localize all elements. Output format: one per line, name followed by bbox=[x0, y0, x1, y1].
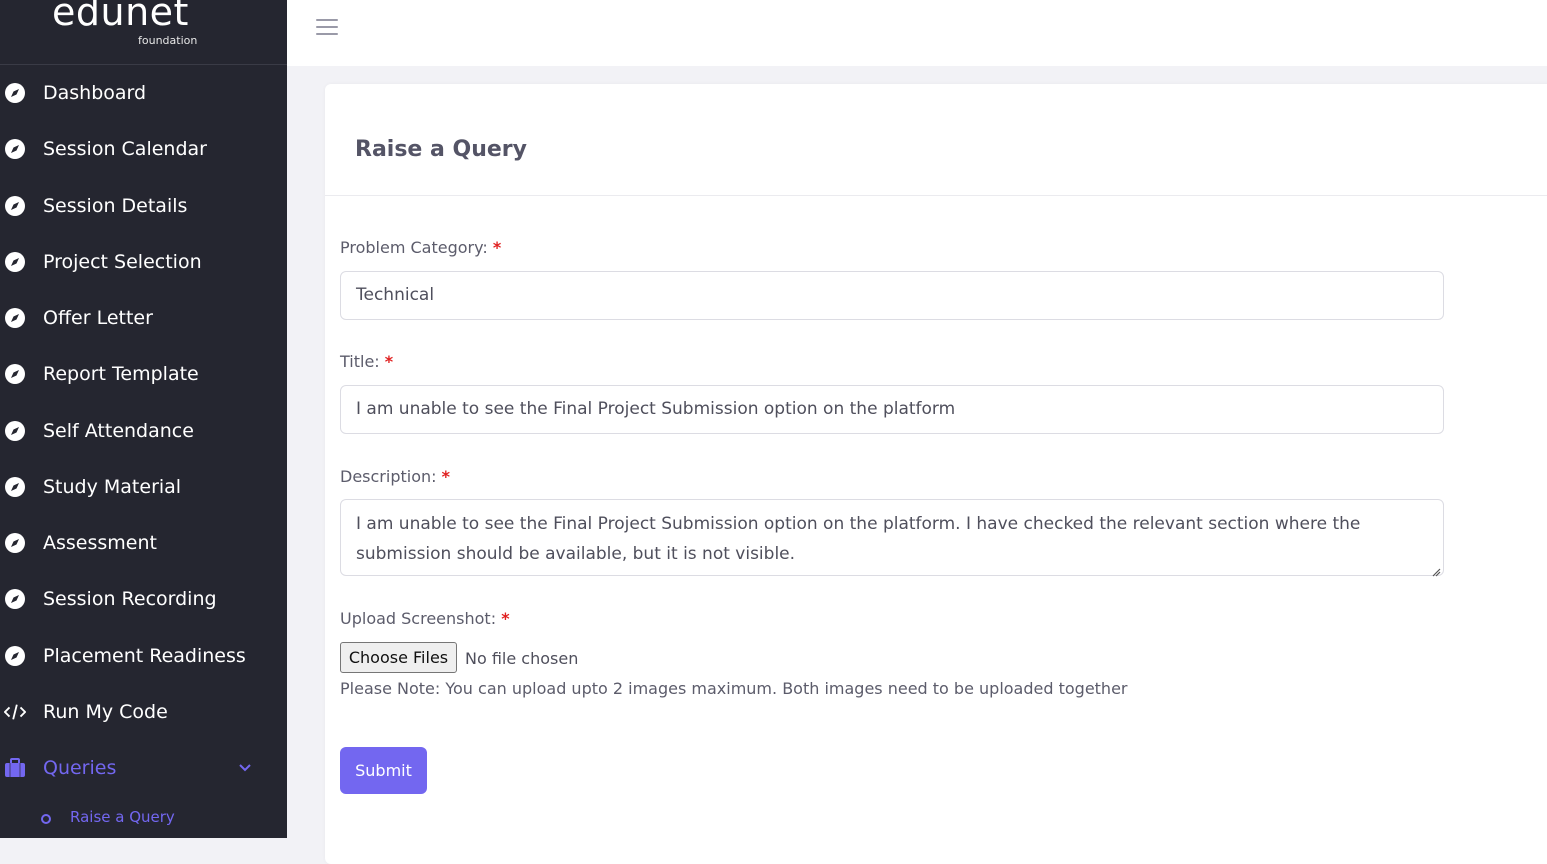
submit-button[interactable]: Submit bbox=[340, 747, 427, 794]
title-label-text: Title: bbox=[340, 352, 380, 371]
compass-icon bbox=[4, 195, 26, 217]
sidebar-item-label: Project Selection bbox=[43, 251, 202, 273]
sidebar-item-label: Self Attendance bbox=[43, 420, 194, 442]
upload-screenshot-label: Upload Screenshot: * bbox=[340, 609, 510, 628]
sidebar-item-label: Session Calendar bbox=[43, 138, 207, 160]
briefcase-icon bbox=[4, 757, 26, 779]
divider bbox=[325, 195, 1547, 196]
sidebar-item-study-material[interactable]: Study Material bbox=[0, 467, 287, 507]
sidebar-subitem-label: Raise a Query bbox=[70, 808, 175, 826]
compass-icon bbox=[4, 588, 26, 610]
compass-icon bbox=[4, 307, 26, 329]
top-bar bbox=[287, 0, 1547, 66]
description-label-text: Description: bbox=[340, 467, 437, 486]
brand-tagline: foundation bbox=[138, 34, 198, 47]
description-textarea[interactable]: I am unable to see the Final Project Sub… bbox=[340, 499, 1444, 577]
sidebar-item-session-details[interactable]: Session Details bbox=[0, 186, 287, 226]
compass-icon bbox=[4, 251, 26, 273]
problem-category-value: Technical bbox=[356, 285, 435, 305]
sidebar-item-session-calendar[interactable]: Session Calendar bbox=[0, 129, 287, 169]
sidebar-item-dashboard[interactable]: Dashboard bbox=[0, 73, 287, 113]
sidebar: edunet foundation Dashboard Session Cale… bbox=[0, 0, 287, 838]
sidebar-item-report-template[interactable]: Report Template bbox=[0, 354, 287, 394]
description-label: Description: * bbox=[340, 467, 450, 486]
compass-icon bbox=[4, 138, 26, 160]
file-status-text: No file chosen bbox=[465, 649, 579, 668]
sidebar-item-label: Offer Letter bbox=[43, 307, 153, 329]
compass-icon bbox=[4, 363, 26, 385]
upload-screenshot-label-text: Upload Screenshot: bbox=[340, 609, 497, 628]
upload-note: Please Note: You can upload upto 2 image… bbox=[340, 679, 1128, 698]
hamburger-menu-icon[interactable] bbox=[315, 16, 339, 38]
brand-logo[interactable]: edunet foundation bbox=[0, 0, 287, 65]
sidebar-item-project-selection[interactable]: Project Selection bbox=[0, 242, 287, 282]
sidebar-item-run-my-code[interactable]: Run My Code bbox=[0, 692, 287, 732]
problem-category-select[interactable]: Technical bbox=[340, 271, 1444, 320]
choose-files-button[interactable]: Choose Files bbox=[340, 642, 457, 673]
compass-icon bbox=[4, 532, 26, 554]
problem-category-label: Problem Category: * bbox=[340, 238, 501, 257]
page-title: Raise a Query bbox=[355, 137, 527, 162]
circle-bullet-icon bbox=[41, 814, 51, 824]
sidebar-item-label: Dashboard bbox=[43, 82, 147, 104]
sidebar-item-label: Queries bbox=[43, 757, 117, 779]
title-label: Title: * bbox=[340, 352, 393, 371]
query-form-card: Raise a Query Problem Category: * Techni… bbox=[325, 84, 1547, 864]
title-value: I am unable to see the Final Project Sub… bbox=[356, 399, 956, 419]
sidebar-item-label: Assessment bbox=[43, 532, 157, 554]
sidebar-item-label: Run My Code bbox=[43, 701, 168, 723]
code-icon bbox=[4, 701, 26, 723]
sidebar-item-self-attendance[interactable]: Self Attendance bbox=[0, 411, 287, 451]
description-value: I am unable to see the Final Project Sub… bbox=[356, 514, 1361, 564]
required-marker: * bbox=[384, 352, 394, 371]
problem-category-label-text: Problem Category: bbox=[340, 238, 488, 257]
chevron-down-icon[interactable] bbox=[238, 761, 252, 775]
brand-name: edunet bbox=[52, 0, 189, 34]
sidebar-item-label: Study Material bbox=[43, 476, 182, 498]
sidebar-item-offer-letter[interactable]: Offer Letter bbox=[0, 298, 287, 338]
compass-icon bbox=[4, 420, 26, 442]
compass-icon bbox=[4, 476, 26, 498]
compass-icon bbox=[4, 82, 26, 104]
resize-handle-icon[interactable] bbox=[1432, 564, 1441, 577]
sidebar-item-placement-readiness[interactable]: Placement Readiness bbox=[0, 636, 287, 676]
title-input[interactable]: I am unable to see the Final Project Sub… bbox=[340, 385, 1444, 434]
required-marker: * bbox=[492, 238, 502, 257]
sidebar-item-label: Placement Readiness bbox=[43, 645, 246, 667]
sidebar-subitem-raise-a-query[interactable]: Raise a Query bbox=[0, 804, 287, 834]
compass-icon bbox=[4, 645, 26, 667]
sidebar-item-label: Session Recording bbox=[43, 588, 217, 610]
required-marker: * bbox=[501, 609, 510, 628]
sidebar-item-assessment[interactable]: Assessment bbox=[0, 523, 287, 563]
sidebar-item-queries[interactable]: Queries bbox=[0, 748, 287, 788]
sidebar-item-label: Session Details bbox=[43, 195, 188, 217]
sidebar-item-session-recording[interactable]: Session Recording bbox=[0, 579, 287, 619]
sidebar-item-label: Report Template bbox=[43, 363, 199, 385]
required-marker: * bbox=[441, 467, 450, 486]
